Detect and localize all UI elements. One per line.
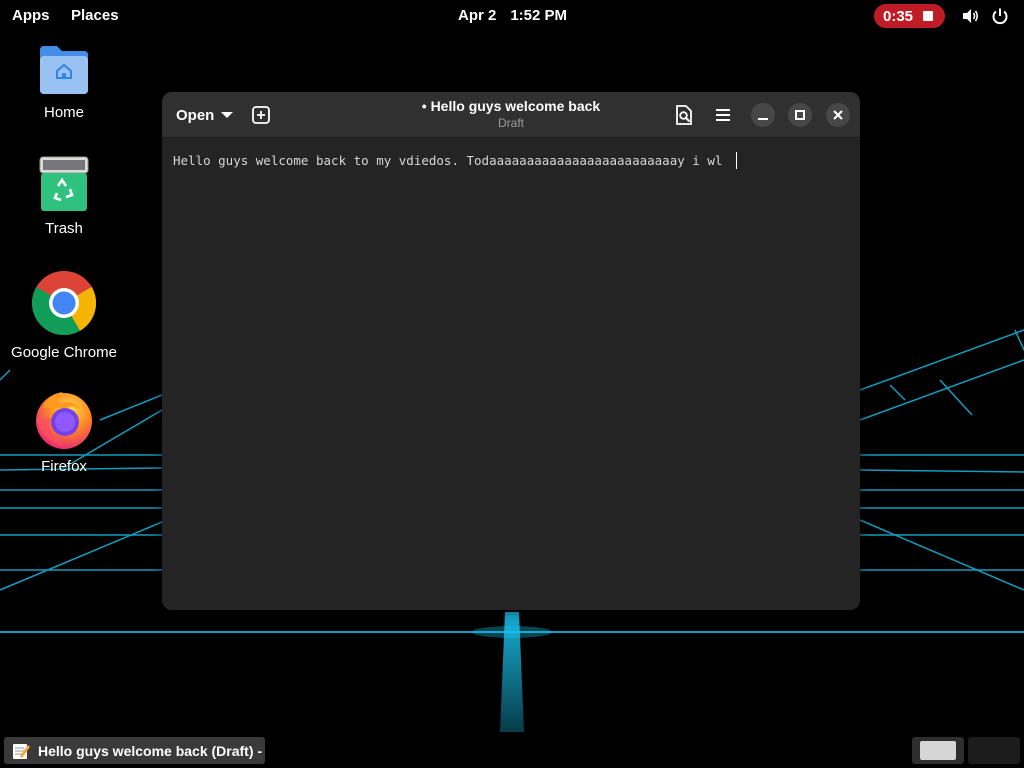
desktop-icon-home[interactable]: Home <box>9 42 119 121</box>
clock-time: 1:52 PM <box>510 7 568 24</box>
open-button-label: Open <box>176 106 215 124</box>
firefox-icon <box>36 392 92 449</box>
taskbar-window-button[interactable]: Hello guys welcome back (Draft) - ... <box>4 737 265 764</box>
find-in-document-button[interactable] <box>674 104 694 126</box>
power-icon[interactable] <box>991 7 1009 25</box>
close-button[interactable] <box>826 103 850 127</box>
bottom-taskbar: Hello guys welcome back (Draft) - ... <box>0 732 1024 768</box>
window-title-area: • Hello guys welcome back Draft <box>382 98 640 130</box>
desktop-icon-label: Trash <box>45 220 83 237</box>
clock-date: Apr 2 <box>458 7 497 24</box>
desktop-icon-google-chrome[interactable]: Google Chrome <box>9 270 119 361</box>
text-editor-window: Open • Hello guys welcome back Draft Hel… <box>162 92 860 610</box>
workspace-1[interactable] <box>912 737 964 764</box>
taskbar-window-label: Hello guys welcome back (Draft) - ... <box>38 742 265 759</box>
minimize-button[interactable] <box>751 103 775 127</box>
stop-icon <box>923 11 934 21</box>
close-icon <box>833 110 843 120</box>
text-cursor <box>735 152 737 169</box>
hamburger-menu-icon[interactable] <box>713 105 733 125</box>
text-editor-app-icon <box>13 743 30 759</box>
desktop-icon-label: Firefox <box>41 458 87 475</box>
window-subtitle: Draft <box>497 116 524 130</box>
maximize-button[interactable] <box>788 103 812 127</box>
chrome-icon <box>32 271 96 335</box>
places-menu[interactable]: Places <box>71 7 119 24</box>
text-editor-area[interactable]: Hello guys welcome back to my vdiedos. T… <box>162 139 860 610</box>
desktop-icon-label: Google Chrome <box>11 344 117 361</box>
workspace-1-preview <box>920 741 956 760</box>
top-bar: Apps Places Apr 2 1:52 PM 0:35 <box>0 0 1024 32</box>
desktop-icon-trash[interactable]: Trash <box>9 156 119 237</box>
new-tab-button[interactable] <box>250 104 272 126</box>
trash-icon <box>39 156 89 211</box>
apps-menu[interactable]: Apps <box>12 7 50 24</box>
desktop-icon-firefox[interactable]: Firefox <box>9 388 119 475</box>
home-folder-icon <box>40 46 88 94</box>
chevron-down-icon <box>221 112 234 118</box>
workspace-2[interactable] <box>968 737 1020 764</box>
desktop-icon-label: Home <box>43 104 84 121</box>
open-button[interactable]: Open <box>168 100 234 130</box>
header-bar: Open • Hello guys welcome back Draft <box>162 92 860 138</box>
screen-recording-indicator[interactable]: 0:35 <box>874 4 945 28</box>
volume-icon[interactable] <box>962 8 980 24</box>
editor-text: Hello guys welcome back to my vdiedos. T… <box>173 153 730 168</box>
clock[interactable]: Apr 2 1:52 PM <box>458 7 581 24</box>
recording-time: 0:35 <box>883 7 914 25</box>
window-title: • Hello guys welcome back <box>421 98 601 114</box>
